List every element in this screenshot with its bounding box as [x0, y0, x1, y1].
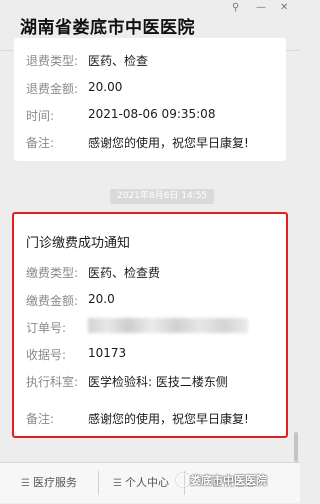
close-icon[interactable]: ✕: [280, 2, 288, 13]
department-value: 医学检验科: 医技二楼东侧: [88, 375, 228, 389]
menu-personal-center-label: 个人中心: [124, 476, 169, 489]
refund-type-label: 退费类型:: [26, 54, 79, 68]
receipt-number-label: 收据号:: [26, 348, 67, 362]
payment-notice-card[interactable]: 门诊缴费成功通知 缴费类型: 医药、检查费 缴费金额: 20.0 订单号: 收据…: [12, 212, 288, 438]
payment-amount-value: 20.0: [88, 292, 115, 306]
refund-amount-value: 20.00: [88, 80, 123, 94]
department-label: 执行科室:: [26, 375, 79, 389]
payment-type-value: 医药、检查费: [88, 266, 161, 280]
payment-note-value: 感谢您的使用，祝您早日康复!: [88, 412, 249, 426]
order-number-label: 订单号:: [26, 321, 67, 335]
refund-time-value: 2021-08-06 09:35:08: [88, 107, 216, 121]
refund-note-label: 备注:: [26, 136, 55, 150]
menu-medical-services-label: 医疗服务: [32, 476, 77, 489]
refund-time-label: 时间:: [26, 109, 55, 123]
refund-amount-label: 退费金额:: [26, 82, 79, 96]
payment-amount-label: 缴费金额:: [26, 294, 79, 308]
payment-card-title: 门诊缴费成功通知: [26, 236, 131, 251]
menu-lines-icon: ☰: [113, 478, 122, 489]
menu-personal-center[interactable]: ☰ 个人中心: [99, 463, 183, 503]
refund-note-value: 感谢您的使用，祝您早日康复!: [88, 136, 249, 150]
payment-type-label: 缴费类型:: [26, 266, 79, 280]
pin-icon[interactable]: ⚲: [232, 2, 239, 13]
menu-medical-services[interactable]: ☰ 医疗服务: [0, 463, 98, 503]
scrollbar-thumb[interactable]: [294, 432, 298, 462]
message-timestamp: 2021年8月6日 14:55: [110, 189, 215, 204]
minimize-icon[interactable]: —: [256, 2, 266, 13]
refund-type-value: 医药、检查: [88, 54, 149, 68]
watermark-text: 娄底市中医医院: [190, 474, 267, 487]
menu-lines-icon: ☰: [21, 478, 30, 489]
refund-notice-card[interactable]: 退费类型: 医药、检查 退费金额: 20.00 时间: 2021-08-06 0…: [14, 38, 286, 161]
order-number-redacted: [88, 318, 248, 333]
payment-note-label: 备注:: [26, 412, 55, 426]
page-title: 湖南省娄底市中医医院: [20, 18, 195, 38]
wechat-watermark-icon: [176, 473, 190, 487]
scrollbar[interactable]: [294, 52, 298, 462]
receipt-number-value: 10173: [88, 346, 127, 360]
